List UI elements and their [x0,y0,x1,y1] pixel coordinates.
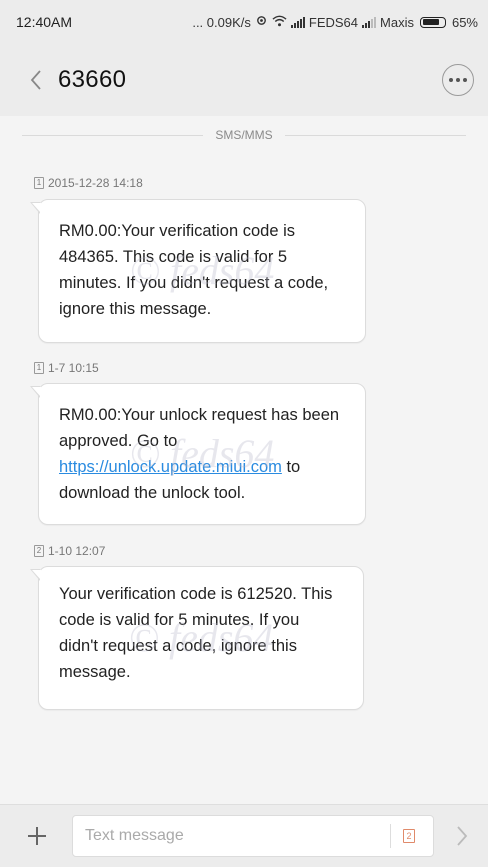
sim-card-icon: 2 [34,545,44,557]
message-input[interactable] [83,826,390,846]
message-text-before: RM0.00:Your unlock request has been appr… [59,406,340,450]
input-separator [390,824,391,848]
signal-strength-icon-2 [362,16,377,28]
more-dots-icon[interactable] [442,64,474,96]
message-timestamp: 1 1-7 10:15 [34,361,99,375]
message-time: 1-7 10:15 [48,361,99,375]
plus-icon[interactable] [24,823,50,849]
message-timestamp: 1 2015-12-28 14:18 [34,176,143,190]
message-text: RM0.00:Your verification code is 484365.… [59,222,329,318]
message-text: Your verification code is 612520. This c… [59,585,333,681]
carrier-1: FEDS64 [308,14,359,30]
sim-card-icon: 1 [34,362,44,374]
divider-label: SMS/MMS [215,128,273,142]
message-timestamp: 2 1-10 12:07 [34,544,105,558]
chevron-right-icon[interactable] [450,821,474,851]
message-time: 2015-12-28 14:18 [48,176,143,190]
message-bubble[interactable]: Your verification code is 612520. This c… [30,566,364,710]
network-speed: ... 0.09K/s [192,14,251,30]
message-time: 1-10 12:07 [48,544,106,558]
messaging-app: 12:40AM ... 0.09K/s FEDS64 Maxis 65% 636… [0,0,488,867]
conversation-title: 63660 [58,66,127,93]
compose-field[interactable]: 2 [72,815,434,857]
chevron-left-icon[interactable] [22,66,50,94]
signal-strength-icon-1 [290,16,305,28]
settings-gear-icon [255,14,268,30]
status-bar: 12:40AM ... 0.09K/s FEDS64 Maxis 65% [0,0,488,44]
message-type-divider: SMS/MMS [22,124,466,146]
battery-percent: 65% [451,14,478,30]
message-bubble[interactable]: RM0.00:Your verification code is 484365.… [30,199,366,343]
unlock-link[interactable]: https://unlock.update.miui.com [59,458,282,476]
compose-bar: 2 [0,804,488,867]
sim-select-icon[interactable]: 2 [403,829,415,843]
status-indicators: ... 0.09K/s FEDS64 Maxis 65% [192,14,478,30]
status-time: 12:40AM [16,14,73,30]
carrier-2: Maxis [380,14,414,30]
message-bubble[interactable]: RM0.00:Your unlock request has been appr… [30,383,366,525]
sim-card-icon: 1 [34,177,44,189]
conversation-header: 63660 [0,44,488,116]
battery-icon [419,16,446,28]
wifi-icon [272,15,287,30]
